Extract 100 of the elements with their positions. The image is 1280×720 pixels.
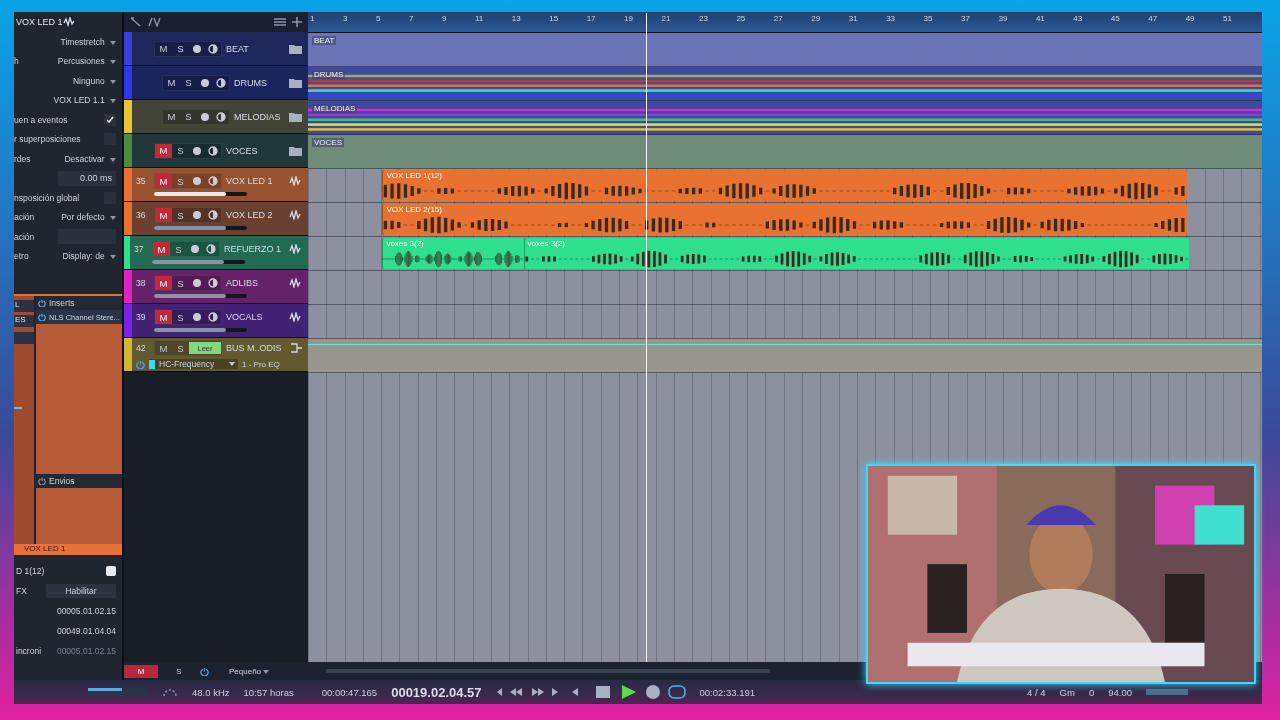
waveform-icon[interactable]	[289, 278, 302, 288]
offset-display[interactable]: 0	[1088, 686, 1095, 698]
event-checkbox[interactable]	[106, 566, 116, 576]
record-icon[interactable]	[200, 111, 210, 122]
power-icon[interactable]	[136, 359, 145, 369]
record-icon[interactable]	[192, 210, 202, 220]
track-header[interactable]: 38 M S ADLIBS	[124, 270, 308, 304]
monitor-icon[interactable]	[216, 77, 226, 88]
monitor-icon[interactable]	[216, 111, 226, 122]
record-icon[interactable]	[192, 43, 202, 54]
monitor-icon[interactable]	[208, 145, 218, 156]
mute-button[interactable]: M	[153, 242, 170, 256]
tempo-display[interactable]: 94.00	[1108, 686, 1132, 698]
power-icon[interactable]	[38, 299, 46, 307]
mute-button[interactable]: M	[163, 75, 180, 90]
inspector-dropdown[interactable]: Ninguno	[72, 75, 116, 86]
solo-button[interactable]: S	[172, 41, 189, 56]
power-icon[interactable]	[38, 477, 46, 485]
inspector-dropdown[interactable]: Display: de	[62, 251, 116, 262]
track-header[interactable]: 35 M S VOX LED 1	[124, 168, 308, 202]
monitor-icon[interactable]	[206, 244, 216, 254]
solo-button[interactable]: S	[172, 276, 189, 290]
volume-slider[interactable]	[154, 328, 247, 332]
mute-button[interactable]: M	[155, 310, 172, 324]
monitor-icon[interactable]	[208, 210, 218, 220]
folder-icon[interactable]	[289, 145, 302, 156]
power-icon[interactable]	[38, 313, 46, 321]
enable-button[interactable]: Habilitar	[46, 584, 116, 598]
time-field[interactable]: 00049.01.04.04	[56, 626, 116, 636]
mute-button[interactable]: M	[155, 276, 172, 290]
scroll-thumb[interactable]	[326, 669, 771, 673]
inspector-checkbox[interactable]	[104, 113, 116, 126]
folder-icon[interactable]	[289, 111, 302, 122]
inspector-dropdown[interactable]: Por defecto	[61, 212, 116, 223]
mute-button[interactable]: M	[155, 341, 172, 355]
monitor-icon[interactable]	[208, 176, 218, 186]
record-icon[interactable]	[190, 244, 200, 254]
time-field[interactable]: 00005.01.02.15	[56, 606, 116, 616]
inspector-dropdown[interactable]: VOX LED 1.1	[53, 95, 116, 106]
record-icon[interactable]	[192, 145, 202, 156]
bar-number: 13	[511, 13, 521, 23]
record-icon[interactable]	[192, 312, 202, 322]
tempo-slider-icon[interactable]	[1146, 689, 1188, 695]
channel-button[interactable]: L	[14, 300, 34, 312]
track-header[interactable]: 39 M S VOCALS	[124, 304, 308, 338]
inspector-field[interactable]: 0.00 ms	[58, 170, 116, 186]
solo-button[interactable]: S	[180, 109, 197, 124]
volume-slider[interactable]	[152, 260, 245, 264]
mute-button[interactable]: M	[155, 41, 172, 56]
bus-icon[interactable]	[290, 343, 302, 353]
folder-icon[interactable]	[289, 77, 302, 88]
solo-button[interactable]: S	[172, 208, 189, 222]
power-icon[interactable]	[200, 666, 209, 676]
insert-dropdown[interactable]: HC-Frequency	[149, 359, 238, 369]
key-display[interactable]: Gm	[1059, 686, 1075, 698]
mute-button[interactable]: M	[155, 174, 172, 188]
mute-button[interactable]: M	[155, 208, 172, 222]
mute-button[interactable]: M	[163, 109, 180, 124]
inspector-dropdown[interactable]: Percusiones	[57, 56, 116, 67]
monitor-icon[interactable]	[208, 312, 218, 322]
track-header[interactable]: M S BEAT	[124, 32, 308, 66]
waveform-icon[interactable]	[62, 17, 75, 27]
automation-icon[interactable]	[148, 17, 162, 27]
size-dropdown[interactable]: Pequeño	[229, 666, 270, 676]
track-header[interactable]: 37 M S REFUERZO 1	[124, 236, 308, 270]
mute-button[interactable]: M	[155, 143, 172, 158]
record-icon[interactable]	[200, 77, 210, 88]
track-header[interactable]: 36 M S VOX LED 2	[124, 202, 308, 236]
waveform-icon[interactable]	[289, 210, 302, 220]
record-icon[interactable]	[192, 278, 202, 288]
channel-button[interactable]: ES	[14, 315, 34, 327]
solo-button[interactable]: S	[170, 242, 187, 256]
solo-button[interactable]: S	[172, 341, 189, 355]
solo-button[interactable]: S	[180, 75, 197, 90]
record-icon[interactable]	[192, 176, 202, 186]
list-icon[interactable]	[274, 18, 286, 26]
fader-handle[interactable]	[14, 407, 22, 409]
solo-button[interactable]: S	[172, 174, 189, 188]
mute-all-button[interactable]: M	[124, 664, 158, 678]
volume-slider[interactable]	[154, 192, 247, 196]
inspector-dropdown[interactable]: Desactivar	[64, 153, 116, 164]
transport-controls-drawing[interactable]	[495, 685, 686, 699]
monitor-icon[interactable]	[208, 278, 218, 288]
time-signature[interactable]: 4 / 4	[1027, 686, 1046, 698]
monitor-icon[interactable]	[208, 43, 218, 54]
volume-slider[interactable]	[154, 294, 247, 298]
timeline-ruler[interactable]: 1 3 5 7 9 11 13 15 17 19 21 23 25 27 29 31 33 35 37 39 41 43 45 47 49 51	[308, 12, 1262, 33]
solo-button[interactable]: S	[172, 143, 189, 158]
volume-slider[interactable]	[154, 226, 247, 230]
track-header[interactable]: M S MELODIAS	[124, 100, 308, 134]
add-icon[interactable]	[292, 17, 302, 27]
waveform-icon[interactable]	[289, 244, 302, 254]
inspector-dropdown[interactable]: Timestretch	[60, 36, 116, 47]
track-header[interactable]: M S VOCES	[124, 134, 308, 168]
folder-icon[interactable]	[289, 43, 302, 54]
wrench-icon[interactable]	[130, 17, 142, 27]
solo-all-button[interactable]: S	[164, 665, 194, 677]
waveform-icon[interactable]	[289, 312, 302, 322]
solo-button[interactable]: S	[172, 310, 189, 324]
track-header[interactable]: M S DRUMS	[124, 66, 308, 100]
